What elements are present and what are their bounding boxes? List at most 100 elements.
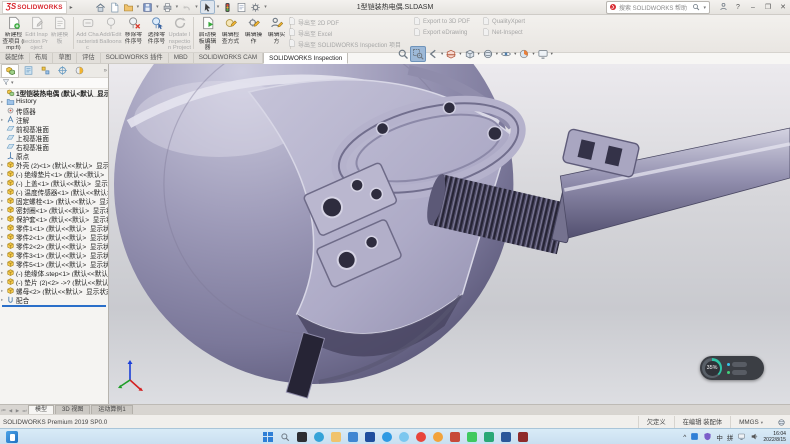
taskbar-app-mail[interactable] [347,431,358,442]
property-manager-tab[interactable] [20,65,36,77]
save-button[interactable] [141,1,154,13]
view-orientation-button-caret-icon[interactable]: ▾ [478,51,480,57]
undo-caret-icon[interactable]: ▾ [195,4,198,10]
zoom-fit-button[interactable] [396,47,410,61]
tree-item[interactable]: ▸零件2<1> (默认<<默认>_显示状态-1>) [0,232,108,241]
feature-manager-tab[interactable] [1,64,19,78]
tree-item[interactable]: ▸零件1<1> (默认<<默认>_显示状态-1>) [0,223,108,232]
configuration-manager-tab[interactable] [37,65,53,77]
display-manager-tab[interactable] [71,65,87,77]
taskbar-app-chrome[interactable] [415,431,426,442]
panel-tabs-more-arrow[interactable]: » [104,68,107,74]
globe-icon[interactable] [777,418,786,427]
status-item-2[interactable]: MMGS▾ [730,416,771,429]
hide-show-items-button-caret-icon[interactable]: ▾ [514,51,516,57]
login-user-icon[interactable] [719,2,728,13]
tree-root-item[interactable]: 1型铠装热电偶 (默认<默认_显示状态-1>) [0,88,108,97]
print-caret-icon[interactable]: ▾ [176,4,179,10]
search-input[interactable]: 搜索 SOLIDWORKS 帮助 [619,3,690,12]
tree-item[interactable]: 前视基准面 [0,124,108,133]
export-item[interactable]: 导出至 SOLIDWORKS Inspection 项目 [288,39,401,49]
ribbon-button-add-characteristic[interactable]: Add Characteristic [76,15,99,51]
view-settings-button[interactable] [536,47,550,61]
ribbon-button-new-template[interactable]: 新建模板 [48,15,71,45]
undo-button[interactable] [180,1,193,13]
ribbon-button-remove-balloons[interactable]: 移除零件序号 [122,15,145,45]
tray-monitor-icon[interactable] [737,432,746,443]
tree-item[interactable]: ▸(-) 绝缘垫片<1> (默认<<默认>_显示状态-1>) [0,169,108,178]
open-document-button[interactable] [122,1,135,13]
taskbar-app-store[interactable] [364,431,375,442]
rollback-bar[interactable] [2,305,106,307]
ribbon-tab-2[interactable]: 草图 [53,52,77,64]
save-caret-icon[interactable]: ▾ [156,4,159,10]
tree-item[interactable]: 右视基准面 [0,142,108,151]
export-item[interactable]: 导出至 Excel [288,28,401,38]
tray-onedrive-icon[interactable] [690,432,699,443]
previous-view-button-caret-icon[interactable]: ▾ [441,51,443,57]
help-search-box[interactable]: 搜索 SOLIDWORKS 帮助 ▾ [606,1,710,14]
tree-item[interactable]: ▸(-) 温度传感器<1> (默认<<默认>_显示状态-1>) [0,187,108,196]
taskbar-app-cad-app[interactable] [517,431,528,442]
model-canvas[interactable] [109,64,790,404]
taskbar-app-browser-orange[interactable] [432,431,443,442]
dimxpert-manager-tab[interactable] [54,65,70,77]
tray-chevron-up-icon[interactable]: ^ [683,434,686,441]
ribbon-button-select-balloons[interactable]: 选择零件序号 [145,15,168,45]
display-style-button[interactable] [481,47,495,61]
tree-item[interactable]: ▸保护套<1> (默认<<默认>_显示状态-1>) [0,214,108,223]
open-document-caret-icon[interactable]: ▾ [137,4,140,10]
close-button[interactable]: ✕ [778,3,788,11]
taskbar-app-word[interactable] [500,431,511,442]
tree-item[interactable]: ▸螺母<2> (默认<<默认>_显示状态-1>) [0,286,108,295]
taskbar-clock[interactable]: 16:04 2022/8/15 [763,431,786,443]
export-item[interactable]: Net-Inspect [482,28,525,38]
tree-item[interactable]: ▸密封圈<1> (默认<<默认>_显示状态-1>) [0,205,108,214]
export-item[interactable]: QualityXpert [482,17,525,27]
view-settings-button-caret-icon[interactable]: ▾ [551,51,553,57]
zoom-area-button[interactable] [410,46,426,62]
ribbon-button-new-project[interactable]: 新建检查项目 (imp:fi) [2,15,25,51]
home-button[interactable] [94,1,107,13]
tray-volume-icon[interactable] [750,432,759,443]
recorder-button-bottom[interactable] [732,370,747,375]
edit-appearance-button-caret-icon[interactable]: ▾ [532,51,534,57]
ribbon-button-edit-methods[interactable]: 编辑检查方式 [219,15,242,45]
ribbon-tab-7[interactable]: SOLIDWORKS Inspection [263,52,348,64]
export-item[interactable]: Export to 3D PDF [413,17,470,27]
taskbar-widgets-icon[interactable] [6,431,18,443]
recorder-overlay[interactable]: 35% [700,356,764,380]
tree-item[interactable]: 传感器 [0,106,108,115]
ribbon-button-edit-vendor[interactable]: 编辑实方 [265,15,288,45]
ribbon-button-edit-operations[interactable]: 编辑操作 [242,15,265,45]
tree-item[interactable]: ▸(-) 绝缘体.step<1> (默认<<默认>_显示状态-1>) [0,268,108,277]
tree-item[interactable]: ▸零件2<2> (默认<<默认>_显示状态-1>) [0,241,108,250]
view-orientation-button[interactable] [463,47,477,61]
ribbon-tab-5[interactable]: MBD [169,52,194,64]
export-item[interactable]: 导出至 2D PDF [288,17,401,27]
ribbon-button-balloons[interactable]: Add/Edit Balloons [99,15,122,45]
tree-item[interactable]: ▸配合 [0,295,108,304]
taskbar-app-search[interactable] [279,431,290,442]
tree-item[interactable]: ▸外壳 (2)<1> (默认<<默认>_显示状态-1>) [0,160,108,169]
ribbon-button-edit-project[interactable]: Edit Inspection Project [25,15,48,51]
taskbar-app-start[interactable] [262,431,273,442]
filter-funnel-icon[interactable] [2,78,10,88]
search-icon[interactable] [692,3,700,13]
section-view-button-caret-icon[interactable]: ▾ [459,51,461,57]
ribbon-tab-4[interactable]: SOLIDWORKS 插件 [101,52,169,64]
print-button[interactable] [161,1,174,13]
hide-show-items-button[interactable] [499,47,513,61]
tree-item[interactable]: 原点 [0,151,108,160]
tree-item[interactable]: ▸零件3<1> (默认<<默认>_显示状态-1>) [0,250,108,259]
graphics-viewport[interactable]: 35% [109,64,790,404]
tree-item[interactable]: ▸零件5<1> (默认<<默认>_显示状态-1>) [0,259,108,268]
ime-language-indicator[interactable]: 中 [716,432,723,442]
ribbon-button-update-project[interactable]: Update Inspection Project [168,15,191,51]
tree-item[interactable]: 上视基准面 [0,133,108,142]
tree-item[interactable]: ▸注解 [0,115,108,124]
clamp-block[interactable] [562,128,640,177]
taskbar-app-scan-tool[interactable] [483,431,494,442]
taskbar-app-onedrive[interactable] [381,431,392,442]
taskbar-app-edge[interactable] [313,431,324,442]
